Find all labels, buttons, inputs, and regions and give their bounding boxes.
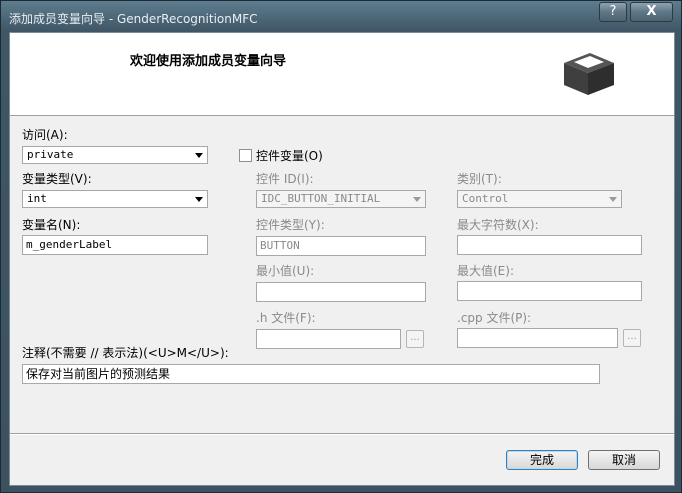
chevron-down-icon[interactable] — [609, 197, 617, 202]
cancel-button[interactable]: 取消 — [588, 450, 660, 470]
chevron-down-icon[interactable] — [195, 153, 203, 158]
page-title: 欢迎使用添加成员变量向导 — [130, 54, 287, 69]
h-file-input[interactable] — [256, 329, 401, 349]
category-combo[interactable]: Control — [457, 190, 622, 208]
h-file-label: .h 文件(F): — [256, 311, 316, 325]
min-value-input[interactable] — [256, 282, 426, 302]
access-label: 访问(A): — [22, 128, 68, 142]
category-label: 类别(T): — [457, 172, 502, 186]
help-button[interactable]: ? — [599, 2, 627, 22]
max-value-input[interactable] — [457, 281, 642, 301]
control-variable-checkbox[interactable] — [239, 149, 252, 162]
min-value-label: 最小值(U): — [256, 264, 315, 278]
cpp-file-input[interactable] — [457, 328, 618, 348]
var-type-label: 变量类型(V): — [22, 172, 92, 186]
control-id-combo[interactable]: IDC_BUTTON_INITIAL — [256, 190, 426, 208]
access-combo[interactable]: private — [22, 146, 208, 164]
category-value: Control — [462, 192, 509, 205]
control-id-value: IDC_BUTTON_INITIAL — [261, 192, 381, 205]
control-variable-label[interactable]: 控件变量(O) — [256, 147, 323, 164]
control-id-label: 控件 ID(I): — [256, 172, 314, 186]
wizard-header: 欢迎使用添加成员变量向导 — [10, 33, 674, 116]
close-button[interactable]: X — [630, 2, 673, 22]
comment-input[interactable]: 保存对当前图片的预测结果 — [22, 364, 600, 384]
title-bar[interactable]: 添加成员变量向导 - GenderRecognitionMFC ? X — [1, 1, 681, 33]
cpp-file-label: .cpp 文件(P): — [457, 311, 532, 325]
var-name-input[interactable]: m_genderLabel — [22, 235, 208, 255]
access-value: private — [27, 148, 74, 161]
footer-separator — [10, 433, 674, 435]
var-name-label: 变量名(N): — [22, 218, 81, 232]
dialog-body: 欢迎使用添加成员变量向导 访问(A): private 变量类型(V): int… — [9, 32, 675, 486]
var-type-value: int — [27, 192, 47, 205]
cpp-file-browse-button[interactable]: ... — [623, 329, 641, 347]
window-title: 添加成员变量向导 - GenderRecognitionMFC — [9, 12, 258, 26]
dialog-window: 添加成员变量向导 - GenderRecognitionMFC ? X 欢迎使用… — [0, 0, 682, 493]
comment-label: 注释(不需要 // 表示法)(<U>M</U>): — [22, 346, 229, 360]
chevron-down-icon[interactable] — [195, 197, 203, 202]
max-chars-label: 最大字符数(X): — [457, 218, 539, 232]
control-type-label: 控件类型(Y): — [256, 218, 325, 232]
h-file-browse-button[interactable]: ... — [406, 330, 424, 348]
max-chars-input[interactable] — [457, 235, 642, 255]
chevron-down-icon[interactable] — [413, 197, 421, 202]
box-icon — [564, 53, 614, 95]
finish-button[interactable]: 完成 — [506, 450, 578, 470]
control-type-input[interactable]: BUTTON — [256, 236, 426, 256]
max-value-label: 最大值(E): — [457, 264, 514, 278]
var-type-combo[interactable]: int — [22, 190, 208, 208]
